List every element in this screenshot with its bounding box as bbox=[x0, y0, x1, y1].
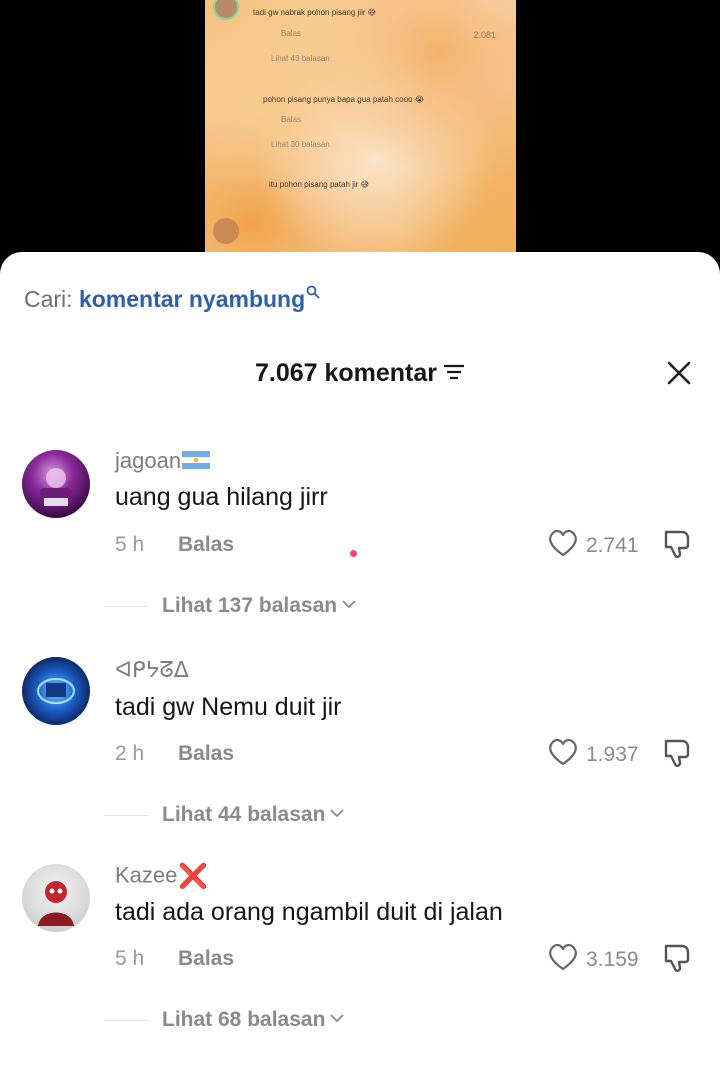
comment-count-header: 7.067 komentar bbox=[0, 359, 720, 388]
username-text: jagoan bbox=[115, 448, 182, 473]
avatar[interactable] bbox=[22, 864, 90, 932]
view-replies-button[interactable]: Lihat 137 balasan bbox=[162, 594, 356, 618]
search-icon bbox=[306, 285, 320, 299]
view-replies-button[interactable]: Lihat 44 balasan bbox=[162, 803, 345, 827]
video-comment-1: tadi gw nabrak pohon pisang jiir 😅 bbox=[253, 8, 377, 17]
username-text: Kazee bbox=[115, 862, 178, 888]
search-prefix: Cari: bbox=[24, 286, 73, 312]
reply-button[interactable]: Balas bbox=[178, 533, 234, 557]
chevron-down-icon bbox=[330, 1014, 345, 1023]
comment-text: tadi ada orang ngambil duit di jalan bbox=[115, 898, 503, 926]
filter-icon[interactable] bbox=[443, 364, 465, 380]
like-count: 2.741 bbox=[586, 534, 639, 557]
comment-time: 5 h bbox=[115, 947, 145, 970]
heart-icon[interactable] bbox=[546, 528, 580, 558]
dislike-icon[interactable] bbox=[660, 737, 694, 769]
comment-username[interactable]: Kazee❌ bbox=[115, 862, 208, 891]
search-keyword[interactable]: komentar nyambung bbox=[79, 286, 305, 312]
avatar[interactable] bbox=[22, 657, 90, 725]
dislike-icon[interactable] bbox=[660, 942, 694, 974]
video-view-replies-1: Lihat 43 balasan bbox=[271, 54, 330, 63]
reply-button[interactable]: Balas bbox=[178, 742, 234, 766]
video-avatar-2 bbox=[213, 218, 239, 244]
comment-text: tadi gw Nemu duit jir bbox=[115, 693, 342, 721]
comment-count: 7.067 komentar bbox=[254, 359, 438, 387]
comment-text: uang gua hilang jirr bbox=[115, 483, 328, 511]
heart-icon[interactable] bbox=[546, 737, 580, 767]
heart-icon[interactable] bbox=[546, 942, 580, 972]
comment-sheet: Cari: komentar nyambung 7.067 komentar j… bbox=[0, 252, 720, 1070]
chevron-down-icon bbox=[330, 809, 345, 818]
video-comment-2: pohon pisang punya bapa gua patah cooo 😭 bbox=[263, 95, 425, 104]
cross-mark-icon: ❌ bbox=[178, 863, 209, 890]
search-suggestion[interactable]: Cari: komentar nyambung bbox=[24, 285, 320, 313]
video-like-count: 2.081 bbox=[473, 30, 496, 40]
comment-item: jagoan uang gua hilang jirr 5 h Balas 2.… bbox=[0, 448, 720, 648]
comment-item: ᐊᑭᔭᘔᐃ tadi gw Nemu duit jir 2 h Balas 1.… bbox=[0, 657, 720, 857]
avatar-image bbox=[40, 468, 72, 506]
view-replies-button[interactable]: Lihat 68 balasan bbox=[162, 1008, 345, 1032]
avatar-image bbox=[37, 678, 75, 704]
divider-line bbox=[104, 815, 148, 816]
dislike-icon[interactable] bbox=[660, 528, 694, 560]
divider-line bbox=[104, 1020, 148, 1021]
comment-username[interactable]: ᐊᑭᔭᘔᐃ bbox=[115, 657, 189, 683]
video-thumbnail[interactable]: tadi gw nabrak pohon pisang jiir 😅 Balas… bbox=[205, 0, 516, 262]
video-comment-3: itu pohon pisang patah jir 😅 bbox=[269, 180, 369, 189]
video-view-replies-2: Lihat 30 balasan bbox=[271, 140, 330, 149]
like-count: 3.159 bbox=[586, 948, 639, 971]
view-replies-label: Lihat 137 balasan bbox=[162, 594, 338, 617]
avatar-image bbox=[38, 881, 74, 926]
like-count: 1.937 bbox=[586, 743, 639, 766]
comment-item: Kazee❌ tadi ada orang ngambil duit di ja… bbox=[0, 862, 720, 1062]
comment-time: 2 h bbox=[115, 742, 145, 765]
reply-button[interactable]: Balas bbox=[178, 947, 234, 971]
chevron-down-icon bbox=[342, 600, 356, 609]
comment-time: 5 h bbox=[115, 533, 145, 556]
argentina-flag-icon bbox=[182, 451, 211, 470]
divider-line bbox=[104, 606, 148, 607]
view-replies-label: Lihat 44 balasan bbox=[162, 803, 326, 826]
video-avatar bbox=[213, 0, 239, 20]
video-reply-2: Balas bbox=[281, 115, 302, 124]
close-icon[interactable] bbox=[666, 360, 692, 386]
avatar[interactable] bbox=[22, 450, 90, 518]
video-preview: tadi gw nabrak pohon pisang jiir 😅 Balas… bbox=[0, 0, 720, 270]
view-replies-label: Lihat 68 balasan bbox=[162, 1008, 326, 1031]
comment-username[interactable]: jagoan bbox=[115, 448, 211, 474]
